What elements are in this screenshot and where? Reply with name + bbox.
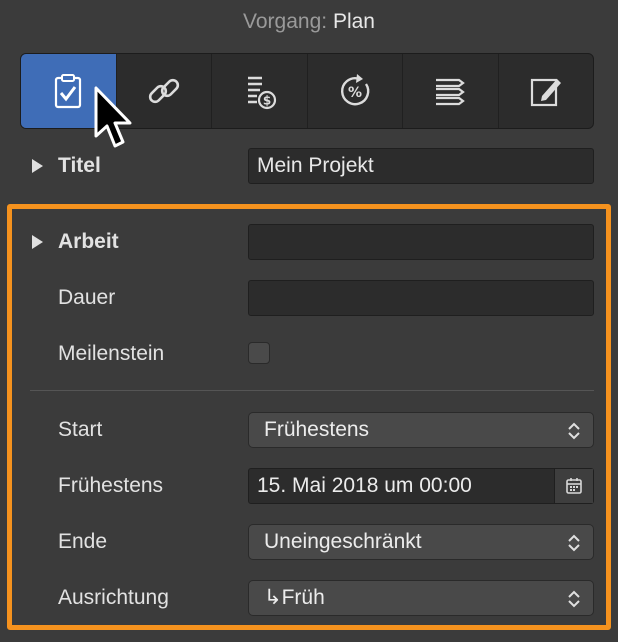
row-start: Start Frühestens <box>0 410 618 450</box>
disclosure-triangle-icon[interactable] <box>32 159 43 173</box>
chevron-updown-icon <box>568 590 580 608</box>
ende-label: Ende <box>58 530 108 553</box>
header-value: Plan <box>332 10 375 33</box>
clipboard-check-icon <box>55 74 82 109</box>
svg-text:$: $ <box>263 94 271 108</box>
disclosure-triangle-icon[interactable] <box>32 235 43 249</box>
row-dauer: Dauer <box>0 278 618 318</box>
row-ende: Ende Uneingeschränkt <box>0 522 618 562</box>
ausrichtung-select-value: ↳Früh <box>264 586 325 609</box>
meilenstein-label: Meilenstein <box>58 342 165 365</box>
edit-icon <box>530 78 561 107</box>
dauer-label: Dauer <box>58 286 116 309</box>
ende-select-value: Uneingeschränkt <box>264 530 422 553</box>
list-icon <box>436 78 466 106</box>
arbeit-field[interactable] <box>248 224 594 260</box>
calendar-icon <box>566 478 582 494</box>
ende-select[interactable]: Uneingeschränkt <box>248 524 594 560</box>
titel-label: Titel <box>58 154 101 177</box>
start-label: Start <box>58 418 103 441</box>
calendar-button[interactable] <box>554 469 593 503</box>
cost-icon: $ <box>248 76 277 110</box>
arbeit-label: Arbeit <box>58 230 119 253</box>
chevron-updown-icon <box>568 422 580 440</box>
tool-list[interactable] <box>403 54 499 128</box>
start-select[interactable]: Frühestens <box>248 412 594 448</box>
link-icon <box>148 78 179 104</box>
titel-field[interactable]: Mein Projekt <box>248 148 594 184</box>
inspector-header: Vorgang: Plan <box>0 10 618 34</box>
fruehestens-label: Frühestens <box>58 474 164 497</box>
chevron-updown-icon <box>568 534 580 552</box>
header-label: Vorgang: <box>243 10 328 33</box>
row-titel: Titel Mein Projekt <box>0 146 618 186</box>
row-fruehestens: Frühestens 15. Mai 2018 um 00:00 <box>0 466 618 506</box>
row-ausrichtung: Ausrichtung ↳Früh <box>0 578 618 618</box>
tool-cost[interactable]: $ <box>212 54 308 128</box>
tool-progress[interactable]: % <box>308 54 403 128</box>
row-meilenstein: Meilenstein <box>0 334 618 374</box>
start-select-value: Frühestens <box>264 418 370 441</box>
row-arbeit: Arbeit <box>0 222 618 262</box>
fruehestens-date-field[interactable]: 15. Mai 2018 um 00:00 <box>248 468 594 504</box>
ausrichtung-label: Ausrichtung <box>58 586 169 609</box>
fruehestens-value: 15. Mai 2018 um 00:00 <box>257 474 472 497</box>
dauer-field[interactable] <box>248 280 594 316</box>
tool-notes[interactable] <box>499 54 594 128</box>
meilenstein-checkbox[interactable] <box>248 342 270 364</box>
percent-progress-icon: % <box>340 74 370 106</box>
svg-text:%: % <box>348 85 362 101</box>
ausrichtung-select[interactable]: ↳Früh <box>248 580 594 616</box>
section-divider <box>30 390 594 391</box>
